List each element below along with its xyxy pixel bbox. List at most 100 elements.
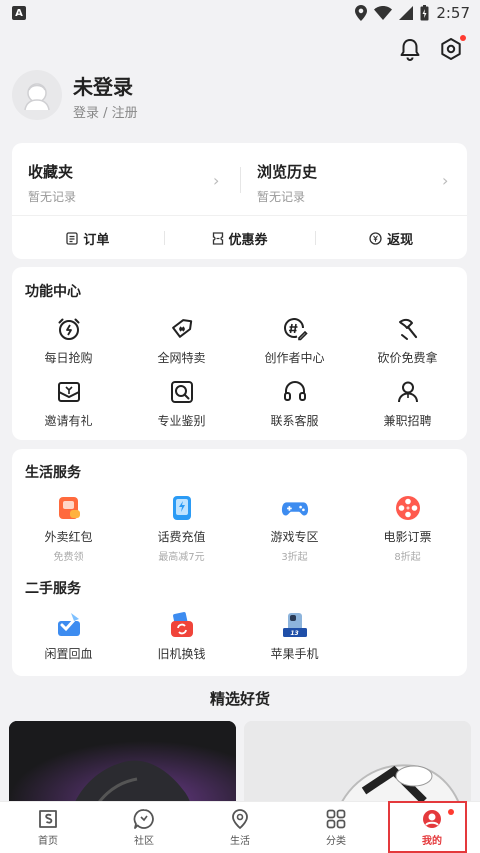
service-game-zone[interactable]: 游戏专区 3折起: [238, 494, 351, 563]
axe-icon: [394, 315, 422, 343]
nav-item-community[interactable]: 社区: [96, 802, 192, 853]
chevron-right-icon: ›: [213, 171, 220, 190]
film-reel-icon: [394, 494, 422, 522]
chevron-right-icon: ›: [442, 171, 449, 190]
secondhand-iphone[interactable]: 13 NEW 苹果手机: [238, 611, 351, 662]
nav-item-home[interactable]: 首页: [0, 802, 96, 853]
price-tag-icon: [168, 315, 196, 343]
service-movie-tickets[interactable]: 电影订票 8折起: [351, 494, 464, 563]
section-title: 生活服务: [25, 465, 81, 481]
login-register-link[interactable]: 登录 / 注册: [73, 102, 138, 121]
app-notification-icon: A: [12, 6, 26, 20]
feature-label: 创作者中心: [264, 351, 325, 365]
service-label: 游戏专区: [270, 530, 319, 544]
section-title: 二手服务: [25, 581, 81, 597]
login-status-title[interactable]: 未登录: [73, 71, 133, 100]
wifi-status-icon: [374, 6, 393, 20]
iphone-new-badge: 13 NEW: [286, 630, 303, 644]
cashback-icon: [369, 231, 382, 245]
function-center-card: 功能中心 每日抢购 全网特卖 创作者中心 砍价免费拿 邀请有礼 专业鉴别 联系客…: [12, 267, 467, 440]
feature-bargain-free[interactable]: 砍价免费拿: [351, 315, 464, 366]
secondhand-label: 闲置回血: [44, 647, 93, 661]
divider: [240, 167, 241, 193]
favorites-title: 收藏夹: [28, 163, 74, 181]
secondhand-sell-idle[interactable]: 闲置回血: [12, 611, 125, 662]
gift-envelope-icon: [55, 378, 83, 406]
favorites-entry[interactable]: 收藏夹 暂无记录: [28, 161, 76, 205]
nav-item-life[interactable]: 生活: [192, 802, 288, 853]
coupons-button[interactable]: 优惠券: [163, 227, 316, 249]
secondhand-label: 苹果手机: [270, 647, 319, 661]
phone-charge-icon: [168, 494, 196, 522]
feature-invite-gift[interactable]: 邀请有礼: [12, 378, 125, 429]
hashtag-pen-icon: [281, 315, 309, 343]
coupon-icon: [212, 231, 223, 245]
secondhand-trade-in[interactable]: 旧机换钱: [125, 611, 238, 662]
location-status-icon: [355, 5, 368, 21]
cashback-label: 返现: [387, 232, 414, 248]
coupons-label: 优惠券: [228, 232, 268, 248]
feature-label: 每日抢购: [44, 351, 93, 365]
nav-label: 分类: [326, 836, 346, 847]
gamepad-icon: [281, 494, 309, 522]
feature-part-time-jobs[interactable]: 兼职招聘: [351, 378, 464, 429]
headset-icon: [281, 378, 309, 406]
feature-label: 邀请有礼: [44, 414, 93, 428]
orders-label: 订单: [83, 232, 110, 248]
history-subtitle: 暂无记录: [257, 190, 306, 204]
battery-status-icon: [420, 5, 429, 21]
orders-button[interactable]: 订单: [12, 227, 164, 249]
iphone-icon: 13 NEW: [281, 611, 309, 644]
community-icon: [133, 809, 154, 829]
service-label: 外卖红包: [44, 530, 93, 544]
picks-title: 精选好货: [209, 690, 270, 708]
section-title: 功能中心: [25, 284, 81, 300]
nav-item-category[interactable]: 分类: [288, 802, 384, 853]
bell-icon[interactable]: [397, 36, 423, 62]
life-services-card: 生活服务 外卖红包 免费领 话费充值 最高减7元 游戏专区 3折起 电影订票 8…: [12, 449, 467, 676]
alarm-clock-icon: [55, 315, 83, 343]
service-subtitle: 3折起: [281, 552, 308, 563]
person-icon: [394, 378, 422, 406]
order-shortcuts: 订单 优惠券 返现: [12, 227, 467, 249]
favorites-card: 收藏夹 暂无记录 › 浏览历史 暂无记录 › 订单 优惠券 返现: [12, 143, 467, 259]
cashback-button[interactable]: 返现: [315, 227, 467, 249]
history-title: 浏览历史: [257, 163, 318, 181]
nav-label: 生活: [230, 836, 250, 847]
grid-icon: [326, 809, 346, 829]
location-icon: [232, 809, 248, 830]
feature-authentication[interactable]: 专业鉴别: [125, 378, 238, 429]
feature-customer-service[interactable]: 联系客服: [238, 378, 351, 429]
service-label: 电影订票: [383, 530, 432, 544]
selected-tab-highlight: [388, 801, 467, 853]
feature-label: 全网特卖: [157, 351, 206, 365]
feature-creator-center[interactable]: 创作者中心: [238, 315, 351, 366]
order-icon: [66, 231, 78, 245]
service-label: 话费充值: [157, 530, 206, 544]
default-avatar-icon: [24, 83, 50, 111]
service-subtitle: 最高减7元: [158, 552, 205, 563]
feature-label: 联系客服: [270, 414, 319, 428]
home-icon: [39, 810, 57, 828]
service-food-voucher[interactable]: 外卖红包 免费领: [12, 494, 125, 563]
secondhand-label: 旧机换钱: [157, 647, 206, 661]
status-bar: A 2:57: [0, 0, 480, 26]
feature-sitewide-sale[interactable]: 全网特卖: [125, 315, 238, 366]
avatar[interactable]: [12, 70, 62, 120]
service-phone-recharge[interactable]: 话费充值 最高减7元: [125, 494, 238, 563]
signal-status-icon: [399, 6, 414, 20]
nav-label: 社区: [134, 836, 154, 847]
food-coupon-icon: [55, 494, 83, 522]
settings-icon[interactable]: [438, 35, 466, 62]
nav-label: 首页: [38, 836, 58, 847]
feature-daily-flash-sale[interactable]: 每日抢购: [12, 315, 125, 366]
divider: [12, 215, 467, 216]
feature-label: 砍价免费拿: [377, 351, 438, 365]
service-subtitle: 8折起: [394, 552, 421, 563]
service-subtitle: 免费领: [53, 552, 84, 563]
magnify-check-icon: [168, 378, 196, 406]
idle-box-icon: [55, 611, 83, 639]
history-entry[interactable]: 浏览历史 暂无记录: [257, 161, 317, 205]
phone-trade-icon: [168, 611, 196, 639]
settings-notification-dot: [460, 35, 466, 41]
